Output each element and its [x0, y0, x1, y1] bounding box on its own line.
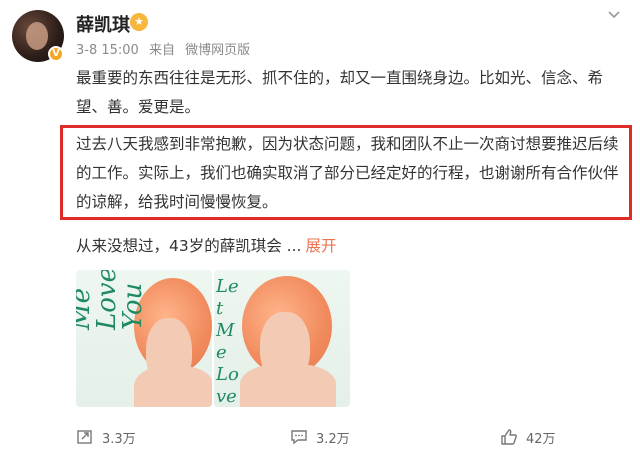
like-count: 42万 — [526, 431, 556, 447]
post-text-paragraph-3: 从来没想过，43岁的薛凯琪会 ... 展开 — [76, 234, 336, 256]
from-label: 来自 — [148, 43, 175, 58]
post-text-paragraph-1: 最重要的东西往往是无形、抓不住的，却又一直围绕身边。比如光、信念、希望、善。爱更… — [76, 69, 604, 116]
repost-count: 3.3万 — [102, 431, 136, 447]
expand-link[interactable]: 展开 — [305, 237, 336, 255]
post-meta: 3-8 15:00 来自 微博网页版 — [76, 39, 256, 58]
comment-count: 3.2万 — [316, 431, 350, 447]
action-bar: 3.3万 3.2万 42万 — [0, 420, 640, 454]
like-button[interactable]: 42万 — [500, 426, 556, 448]
repost-button[interactable]: 3.3万 — [76, 426, 136, 448]
post-image-2[interactable]: Let Me Love You — [214, 270, 350, 407]
vip-icon: ★ — [130, 13, 148, 31]
chevron-down-icon[interactable] — [606, 6, 622, 22]
post-text-preview: 从来没想过，43岁的薛凯琪会 ... — [76, 237, 302, 255]
comment-button[interactable]: 3.2万 — [290, 426, 350, 448]
like-icon — [501, 429, 517, 445]
post-image-2-caption: Let Me Love You — [216, 276, 239, 407]
post-source: 微博网页版 — [185, 43, 251, 58]
post-image-1-caption: Me Love You — [76, 270, 148, 330]
comment-icon — [291, 430, 307, 445]
post-time[interactable]: 3-8 15:00 — [76, 43, 139, 58]
post-text-paragraph-2: 过去八天我感到非常抱歉，因为状态问题，我和团队不止一次商讨想要推迟后续的工作。实… — [76, 135, 619, 211]
author-name[interactable]: 薛凯琪 — [76, 11, 130, 37]
verified-icon: V — [48, 46, 64, 62]
post-image-1[interactable]: Me Love You — [76, 270, 212, 407]
repost-icon — [77, 430, 92, 444]
